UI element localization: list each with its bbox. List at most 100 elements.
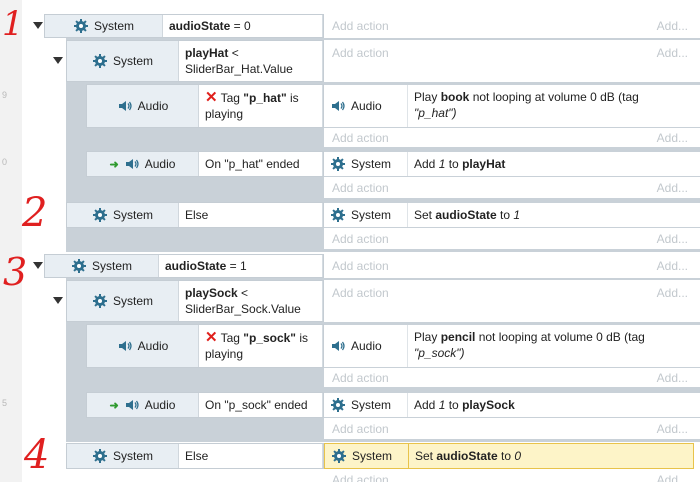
add-action-link[interactable]: Add action (332, 473, 389, 482)
act-mid: not looping at volume 0 dB (tag (469, 90, 639, 104)
event-row-playhat[interactable]: System playHat < SliderBar_Hat.Value (66, 40, 324, 82)
condition-object-system[interactable]: System (67, 281, 179, 321)
condition-compare[interactable]: playHat < SliderBar_Hat.Value (179, 41, 323, 81)
condition-tag-playing[interactable]: ✕ Tag "p_hat" is playing (199, 85, 323, 127)
action-play-sound[interactable]: Play pencil not looping at volume 0 dB (… (408, 325, 698, 367)
speaker-icon (124, 397, 140, 413)
condition-object-system[interactable]: System (45, 15, 163, 37)
variable-name: audioState (436, 449, 498, 463)
collapse-toggle[interactable] (33, 262, 43, 269)
add-more-link[interactable]: Add... (657, 46, 688, 60)
condition-object-system[interactable]: System (45, 255, 159, 277)
add-action-row[interactable]: Add action Add... (324, 368, 700, 387)
add-action-link[interactable]: Add action (332, 181, 389, 195)
condition-object-system[interactable]: System (67, 203, 179, 227)
add-action-row[interactable]: Add action Add... (324, 418, 700, 439)
action-set-value[interactable]: Set audioState to 1 (408, 203, 698, 227)
add-more-link[interactable]: Add... (657, 422, 688, 436)
line-number-gutter (0, 0, 22, 482)
condition-object-system[interactable]: System (67, 41, 179, 81)
condition-object-audio[interactable]: Audio (87, 325, 199, 367)
event-row-p-hat-ended[interactable]: ➜ Audio On "p_hat" ended (86, 151, 324, 177)
event-row-playsock[interactable]: System playSock < SliderBar_Sock.Value (66, 280, 324, 322)
action-row-set-audiostate-1[interactable]: System Set audioState to 1 (324, 203, 700, 227)
condition-compare[interactable]: audioState = 1 (159, 255, 323, 277)
add-more-link[interactable]: Add... (657, 131, 688, 145)
add-more-link[interactable]: Add... (657, 181, 688, 195)
action-object-system[interactable]: System (324, 203, 408, 227)
action-row-play-book[interactable]: Audio Play book not looping at volume 0 … (324, 85, 700, 127)
action-play-sound[interactable]: Play book not looping at volume 0 dB (ta… (408, 85, 698, 127)
condition-object-audio[interactable]: ➜ Audio (87, 152, 199, 176)
act-line2: "p_hat") (414, 106, 457, 120)
action-object-audio[interactable]: Audio (324, 325, 408, 367)
add-action-row[interactable]: Add action Add... (324, 470, 700, 482)
add-action-link[interactable]: Add action (332, 232, 389, 246)
add-more-link[interactable]: Add... (657, 473, 688, 482)
add-action-link[interactable]: Add action (332, 422, 389, 436)
add-action-link[interactable]: Add action (332, 259, 389, 273)
add-action-row[interactable]: Add action Add... (324, 280, 700, 322)
collapse-toggle[interactable] (33, 22, 43, 29)
action-add-to[interactable]: Add 1 to playHat (408, 152, 698, 176)
add-action-link[interactable]: Add action (332, 46, 389, 60)
comparison: = 1 (226, 259, 247, 273)
add-action-link[interactable]: Add action (332, 131, 389, 145)
condition-else[interactable]: Else (179, 203, 323, 227)
add-more-link[interactable]: Add... (657, 371, 688, 385)
gear-icon (92, 207, 108, 223)
comparison: < (237, 286, 249, 300)
add-action-link[interactable]: Add action (332, 19, 389, 33)
act-mid: to (445, 398, 463, 412)
collapse-toggle[interactable] (53, 57, 63, 64)
action-object-system[interactable]: System (324, 152, 408, 176)
add-more-link[interactable]: Add... (657, 232, 688, 246)
variable-name: playSock (185, 286, 238, 300)
condition-else[interactable]: Else (179, 444, 323, 468)
add-action-row[interactable]: Add action Add... (324, 228, 700, 249)
event-row-tag-p-hat[interactable]: Audio ✕ Tag "p_hat" is playing (86, 84, 324, 128)
condition-on-ended[interactable]: On "p_hat" ended (199, 152, 323, 176)
add-action-row[interactable]: Add action Add... (324, 15, 700, 37)
condition-compare[interactable]: audioState = 0 (163, 15, 323, 37)
event-row-tag-p-sock[interactable]: Audio ✕ Tag "p_sock" is playing (86, 324, 324, 368)
event-row-audiostate-1[interactable]: System audioState = 1 (44, 254, 324, 278)
gear-icon (330, 207, 346, 223)
add-action-row[interactable]: Add action Add... (324, 128, 700, 147)
add-action-link[interactable]: Add action (332, 286, 389, 300)
action-object-system[interactable]: System (325, 444, 409, 468)
gear-icon (92, 448, 108, 464)
action-object-system[interactable]: System (324, 393, 408, 417)
action-add-to[interactable]: Add 1 to playSock (408, 393, 698, 417)
add-action-link[interactable]: Add action (332, 371, 389, 385)
event-row-else[interactable]: System Else (66, 443, 324, 469)
collapse-toggle[interactable] (53, 297, 63, 304)
action-row-add-playsock[interactable]: System Add 1 to playSock (324, 393, 700, 417)
add-more-link[interactable]: Add... (657, 19, 688, 33)
event-row-audiostate-0[interactable]: System audioState = 0 (44, 14, 324, 38)
action-row-add-playhat[interactable]: System Add 1 to playHat (324, 152, 700, 176)
speaker-icon (117, 98, 133, 114)
act-prefix: Add (414, 398, 439, 412)
add-action-row[interactable]: Add action Add... (324, 255, 700, 277)
condition-object-audio[interactable]: Audio (87, 85, 199, 127)
condition-object-system[interactable]: System (67, 444, 179, 468)
condition-tag-playing[interactable]: ✕ Tag "p_sock" is playing (199, 325, 323, 367)
action-row-play-pencil[interactable]: Audio Play pencil not looping at volume … (324, 325, 700, 367)
tag-value: "p_hat" (243, 91, 287, 105)
condition-compare[interactable]: playSock < SliderBar_Sock.Value (179, 281, 323, 321)
action-set-value[interactable]: Set audioState to 0 (409, 444, 691, 468)
event-row-p-sock-ended[interactable]: ➜ Audio On "p_sock" ended (86, 392, 324, 418)
add-more-link[interactable]: Add... (657, 259, 688, 273)
add-more-link[interactable]: Add... (657, 286, 688, 300)
condition-on-ended[interactable]: On "p_sock" ended (199, 393, 323, 417)
action-object-audio[interactable]: Audio (324, 85, 408, 127)
condition-object-audio[interactable]: ➜ Audio (87, 393, 199, 417)
action-row-set-audiostate-0-selected[interactable]: System Set audioState to 0 (324, 443, 694, 469)
cond-suffix: is (296, 331, 308, 345)
add-action-row[interactable]: Add action Add... (324, 40, 700, 82)
event-row-else[interactable]: System Else (66, 202, 324, 228)
condition-text: playSock < SliderBar_Sock.Value (185, 285, 301, 317)
object-label: Audio (144, 398, 176, 412)
add-action-row[interactable]: Add action Add... (324, 177, 700, 198)
